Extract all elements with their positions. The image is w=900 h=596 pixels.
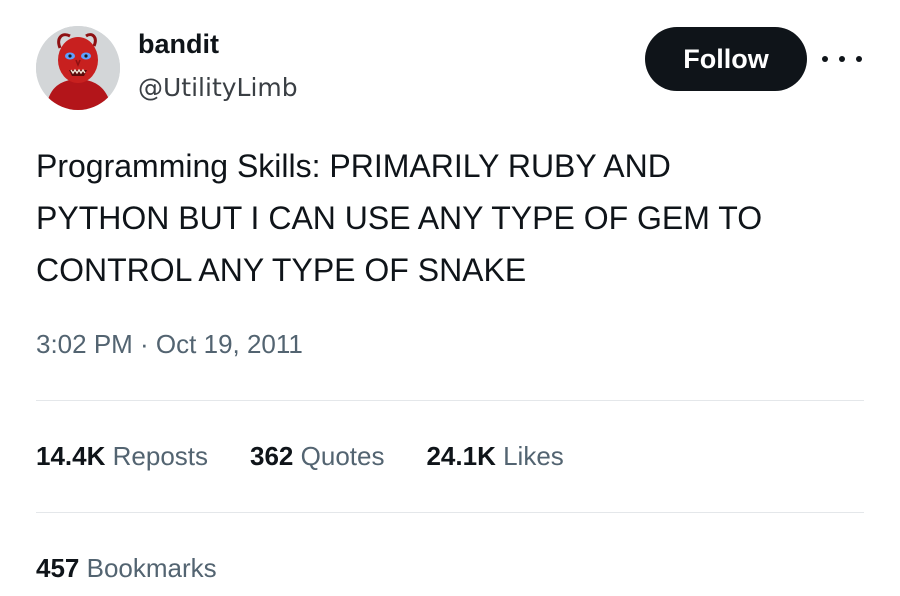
bookmarks-count: 457 <box>36 552 80 583</box>
more-options-button[interactable] <box>822 48 862 70</box>
red-creature-avatar-icon <box>36 26 120 110</box>
user-handle[interactable]: @UtilityLimb <box>138 70 298 106</box>
bookmarks-stat-row: 457 Bookmarks <box>36 544 259 592</box>
more-options-icon <box>839 56 845 62</box>
divider <box>36 400 864 401</box>
display-name[interactable]: bandit <box>138 26 219 62</box>
more-options-icon <box>856 56 862 62</box>
reposts-label: Reposts <box>112 440 209 471</box>
quotes-label: Quotes <box>300 440 385 471</box>
avatar[interactable] <box>36 26 120 110</box>
follow-button[interactable]: Follow <box>645 27 807 91</box>
likes-stat[interactable]: 24.1K Likes <box>426 441 563 472</box>
bookmarks-label: Bookmarks <box>86 552 217 583</box>
reposts-stat[interactable]: 14.4K Reposts <box>36 441 208 472</box>
tweet-text: Programming Skills: PRIMARILY RUBY AND P… <box>36 148 763 288</box>
quotes-count: 362 <box>250 440 294 471</box>
quotes-stat[interactable]: 362 Quotes <box>250 441 384 472</box>
divider <box>36 512 864 513</box>
engagement-stats: 14.4K Reposts 362 Quotes 24.1K Likes <box>36 432 606 480</box>
likes-label: Likes <box>503 440 564 471</box>
more-options-icon <box>822 56 828 62</box>
likes-count: 24.1K <box>426 440 496 471</box>
bookmarks-stat[interactable]: 457 Bookmarks <box>36 553 217 584</box>
reposts-count: 14.4K <box>36 440 106 471</box>
tweet-timestamp[interactable]: 3:02 PM · Oct 19, 2011 <box>36 322 303 366</box>
